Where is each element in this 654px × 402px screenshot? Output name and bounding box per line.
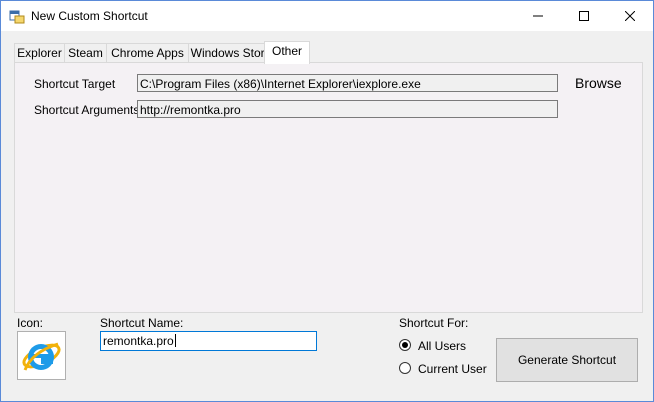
current-user-radio[interactable] xyxy=(399,362,411,374)
title-bar: New Custom Shortcut xyxy=(1,1,653,31)
browse-button[interactable]: Browse xyxy=(575,75,622,91)
shortcut-target-label: Shortcut Target xyxy=(34,77,116,91)
text-caret xyxy=(174,334,176,347)
shortcut-arguments-label: Shortcut Arguments xyxy=(34,103,140,117)
icon-label: Icon: xyxy=(17,316,44,330)
tab-chrome-apps[interactable]: Chrome Apps xyxy=(106,43,189,62)
tab-explorer[interactable]: Explorer xyxy=(14,43,65,62)
close-button[interactable] xyxy=(607,1,653,31)
internet-explorer-icon xyxy=(22,342,61,371)
close-icon xyxy=(625,11,635,21)
tab-label: Steam xyxy=(68,46,103,60)
maximize-icon xyxy=(579,11,589,21)
minimize-button[interactable] xyxy=(515,1,561,31)
tab-windows-store[interactable]: Windows Store xyxy=(188,43,274,62)
tab-steam[interactable]: Steam xyxy=(64,43,107,62)
app-window: New Custom Shortcut Explorer Steam Chrom… xyxy=(0,0,654,402)
maximize-button[interactable] xyxy=(561,1,607,31)
all-users-radio[interactable] xyxy=(399,339,411,351)
shortcut-target-field[interactable]: C:\Program Files (x86)\Internet Explorer… xyxy=(137,74,558,92)
window-title: New Custom Shortcut xyxy=(31,9,148,23)
tab-label: Explorer xyxy=(17,46,62,60)
generate-shortcut-button[interactable]: Generate Shortcut xyxy=(496,338,638,382)
shortcut-name-label: Shortcut Name: xyxy=(100,316,184,330)
all-users-label[interactable]: All Users xyxy=(418,339,466,353)
minimize-icon xyxy=(533,15,543,17)
tab-label: Other xyxy=(271,44,302,58)
app-icon xyxy=(9,8,25,24)
tab-other[interactable]: Other xyxy=(264,41,310,64)
radio-selected-dot xyxy=(402,342,408,348)
shortcut-arguments-field[interactable]: http://remontka.pro xyxy=(137,100,558,118)
tab-label: Chrome Apps xyxy=(111,46,184,60)
generate-shortcut-label: Generate Shortcut xyxy=(517,353,617,367)
current-user-label[interactable]: Current User xyxy=(418,362,487,376)
shortcut-name-input[interactable]: remontka.pro xyxy=(100,331,317,351)
shortcut-name-value: remontka.pro xyxy=(103,334,174,348)
tab-label: Windows Store xyxy=(190,46,272,60)
shortcut-for-label: Shortcut For: xyxy=(399,316,469,330)
shortcut-icon-preview[interactable] xyxy=(17,331,66,380)
